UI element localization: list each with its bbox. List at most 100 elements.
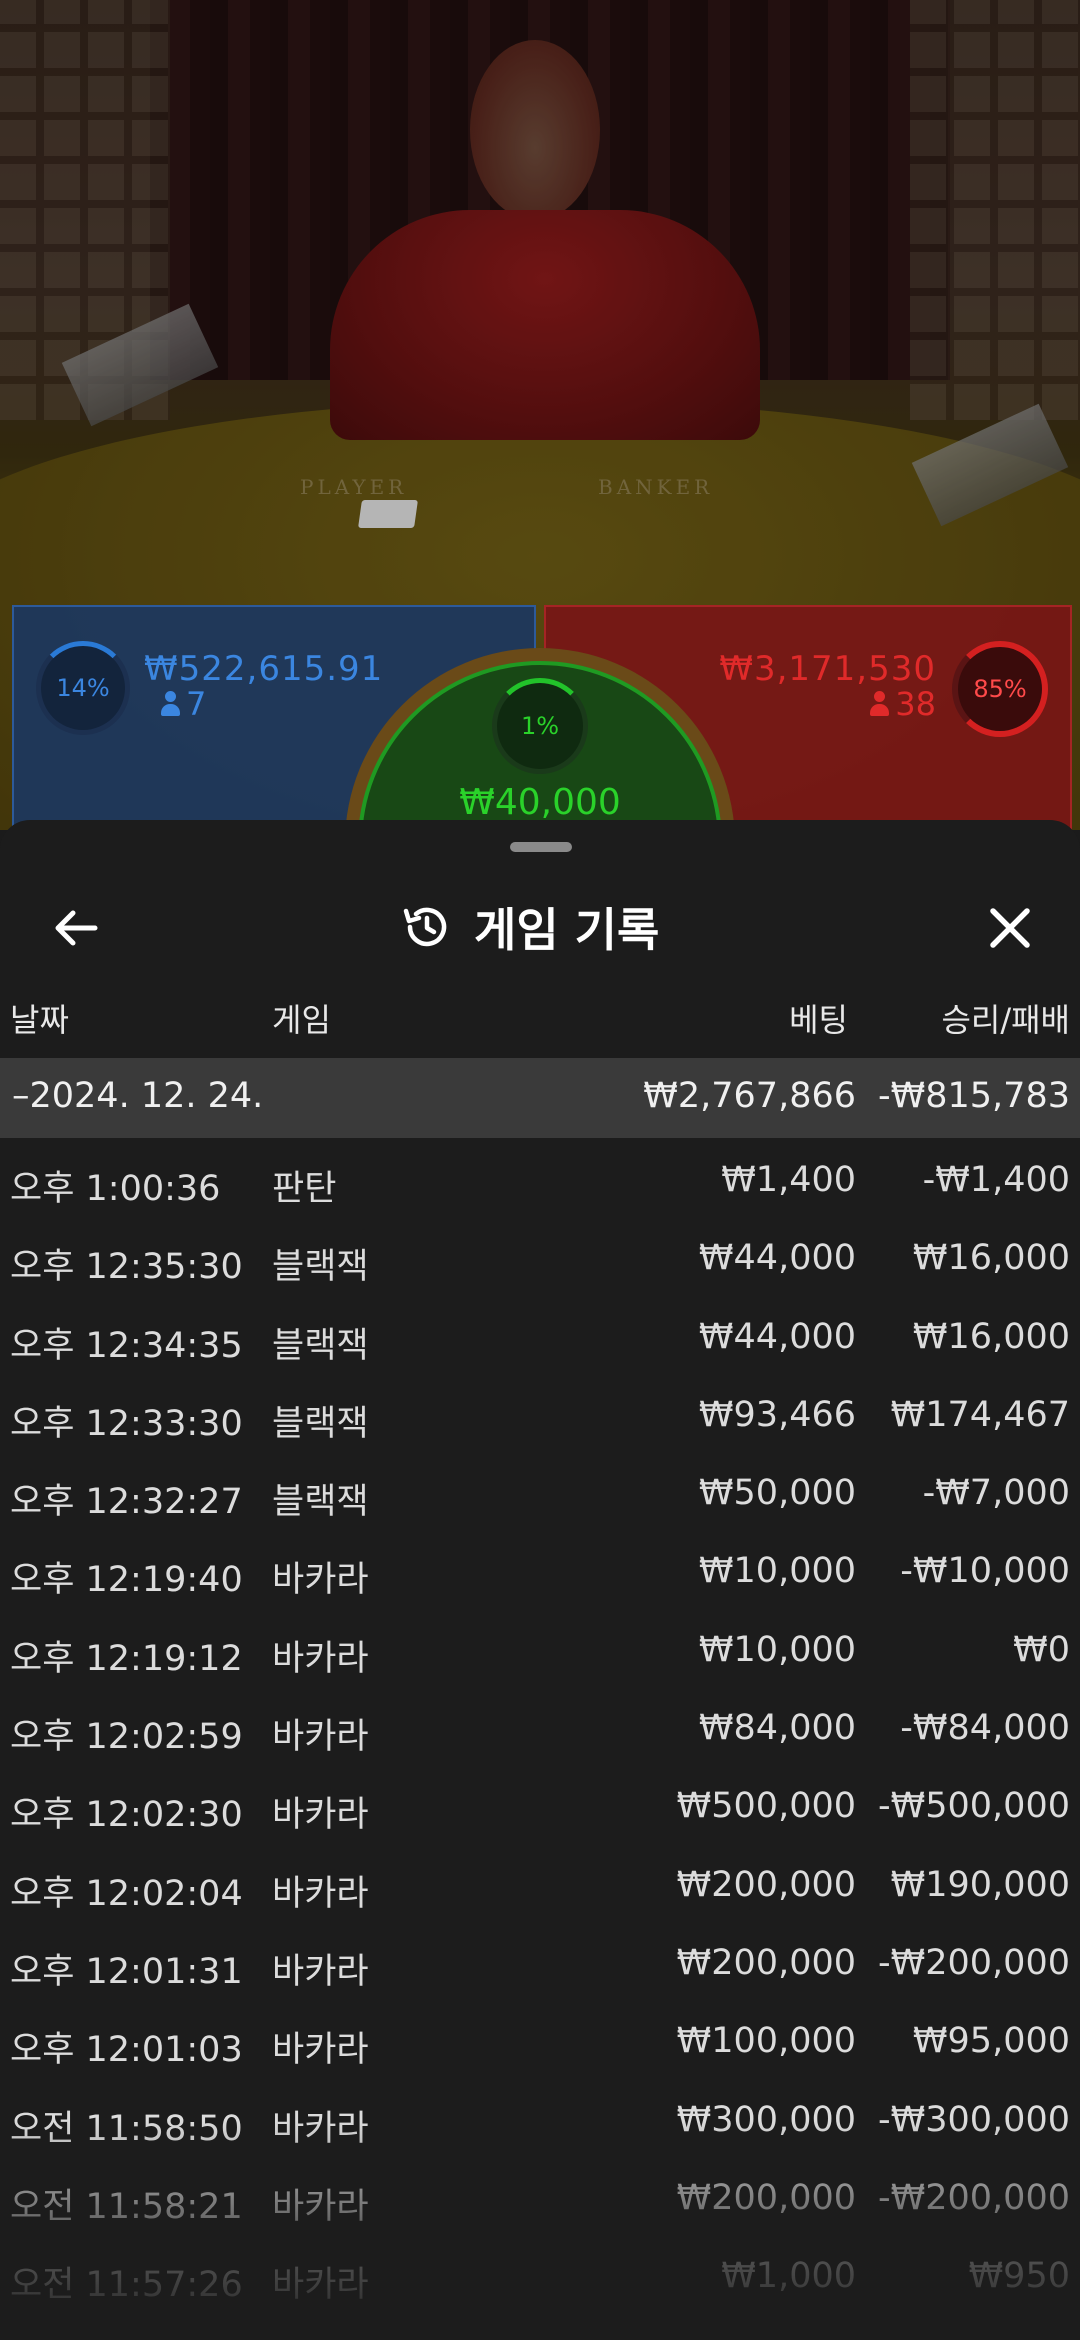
player-count-value: 7 [186, 685, 207, 723]
row-game: 바카라 [272, 1873, 369, 1914]
row-result: ₩190,000 [890, 1864, 1070, 1905]
table-row[interactable]: 오후 12:02:59 바카라 ₩84,000 -₩84,000 [0, 1688, 1080, 1766]
row-time: 오후 12:19:40 [10, 1560, 243, 1601]
row-game: 블랙잭 [272, 1325, 369, 1366]
person-icon [160, 691, 180, 717]
row-time: 오후 12:01:03 [10, 2030, 243, 2071]
column-game: 게임 [272, 1001, 331, 1039]
table-header: 날짜 게임 베팅 승리/패배 [0, 995, 1080, 1045]
date-group-row[interactable]: –2024. 12. 24. ₩2,767,866 -₩815,783 [0, 1058, 1080, 1138]
sheet-title-group: 게임 기록 [400, 894, 659, 960]
person-icon [869, 691, 890, 717]
row-result: -₩200,000 [878, 1942, 1070, 1983]
row-game: 바카라 [272, 1951, 369, 1992]
row-result: ₩0 [1013, 1629, 1070, 1670]
close-button[interactable] [980, 898, 1040, 958]
arrow-left-icon [55, 910, 98, 946]
row-bet: ₩93,466 [698, 1394, 856, 1435]
row-game: 블랙잭 [272, 1482, 369, 1523]
table-row[interactable]: 오후 12:19:12 바카라 ₩10,000 ₩0 [0, 1610, 1080, 1688]
row-game: 바카라 [272, 1795, 369, 1836]
row-result: -₩500,000 [878, 1786, 1070, 1827]
tie-percent-ring: 1% [492, 678, 588, 774]
row-time: 오후 1:00:36 [10, 1169, 221, 1209]
row-game: 바카라 [272, 2265, 369, 2306]
table-row[interactable]: 오후 12:19:40 바카라 ₩10,000 -₩10,000 [0, 1531, 1080, 1609]
game-history-sheet: 게임 기록 날짜 게임 베팅 승리/패배 –2024. 12. 24. ₩2,7… [0, 820, 1080, 2340]
page-title: 게임 기록 [474, 903, 660, 957]
row-game: 바카라 [272, 2030, 369, 2071]
row-bet: ₩200,000 [676, 1942, 856, 1983]
column-result: 승리/패배 [941, 1001, 1070, 1039]
row-result: -₩300,000 [878, 2099, 1070, 2140]
row-bet: ₩1,000 [721, 2256, 856, 2297]
row-result: ₩950 [968, 2256, 1070, 2297]
row-bet: ₩200,000 [676, 1864, 856, 1905]
banker-count-value: 38 [895, 685, 936, 723]
banker-percent-ring: 85% [952, 641, 1048, 737]
row-time: 오후 12:32:27 [10, 1482, 243, 1523]
sheet-header: 게임 기록 [0, 880, 1080, 970]
row-time: 오후 12:02:04 [10, 1873, 243, 1914]
row-result: -₩1,400 [922, 1160, 1070, 1200]
group-bet-total: ₩2,767,866 [643, 1076, 856, 1116]
row-game: 블랙잭 [272, 1247, 369, 1288]
row-time: 오전 11:57:26 [10, 2265, 243, 2306]
row-time: 오후 12:02:59 [10, 1717, 243, 1758]
row-bet: ₩200,000 [676, 2177, 856, 2218]
group-date: –2024. 12. 24. [12, 1076, 264, 1116]
row-time: 오후 12:19:12 [10, 1638, 243, 1679]
table-row[interactable]: 오후 12:33:30 블랙잭 ₩93,466 ₩174,467 [0, 1375, 1080, 1453]
table-row[interactable]: 오전 11:58:21 바카라 ₩200,000 -₩200,000 [0, 2158, 1080, 2236]
row-bet: ₩50,000 [698, 1473, 856, 1514]
row-bet: ₩100,000 [676, 2021, 856, 2062]
banker-bettor-count: 38 [869, 685, 936, 723]
column-bet: 베팅 [789, 1001, 848, 1039]
row-result: ₩16,000 [912, 1238, 1070, 1279]
row-time: 오전 11:58:50 [10, 2108, 243, 2149]
table-row[interactable]: 오후 12:01:03 바카라 ₩100,000 ₩95,000 [0, 2001, 1080, 2079]
tie-bet-amount: ₩40,000 [459, 782, 621, 823]
tie-percent: 1% [520, 712, 560, 740]
row-game: 바카라 [272, 2186, 369, 2227]
player-bet-amount: ₩522,615.91 [144, 649, 384, 689]
row-time: 오후 12:02:30 [10, 1795, 243, 1836]
row-result: -₩84,000 [900, 1708, 1070, 1749]
sheet-drag-handle[interactable] [510, 842, 572, 852]
close-icon [990, 908, 1030, 948]
history-list: 오후 1:00:36 판탄 ₩1,400 -₩1,400 오후 12:35:30 블랙잭 ₩… [0, 1140, 1080, 2314]
table-row[interactable]: 오후 12:02:04 바카라 ₩200,000 ₩190,000 [0, 1845, 1080, 1923]
table-row[interactable]: 오후 12:02:30 바카라 ₩500,000 -₩500,000 [0, 1766, 1080, 1844]
row-game: 블랙잭 [272, 1403, 369, 1444]
row-result: ₩16,000 [912, 1316, 1070, 1357]
history-clock-icon [403, 907, 447, 947]
row-result: ₩174,467 [890, 1394, 1070, 1435]
row-bet: ₩1,400 [721, 1160, 856, 1200]
player-bettor-count: 7 [160, 685, 206, 723]
table-row[interactable]: 오후 12:32:27 블랙잭 ₩50,000 -₩7,000 [0, 1453, 1080, 1531]
player-percent-ring: 14% [36, 641, 130, 735]
player-percent: 14% [56, 674, 110, 702]
row-result: -₩200,000 [878, 2177, 1070, 2218]
table-row[interactable]: 오전 11:57:26 바카라 ₩1,000 ₩950 [0, 2236, 1080, 2314]
row-game: 판탄 [272, 1169, 337, 1209]
row-bet: ₩44,000 [698, 1238, 856, 1279]
row-bet: ₩84,000 [698, 1708, 856, 1749]
back-button[interactable] [46, 898, 106, 958]
row-time: 오후 12:33:30 [10, 1403, 243, 1444]
row-time: 오후 12:01:31 [10, 1951, 243, 1992]
table-row[interactable]: 오후 1:00:36 판탄 ₩1,400 -₩1,400 [0, 1140, 1080, 1218]
column-date: 날짜 [10, 1001, 69, 1039]
banker-percent: 85% [973, 675, 1027, 703]
banker-bet-amount: ₩3,171,530 [719, 649, 936, 689]
table-row[interactable]: 오후 12:34:35 블랙잭 ₩44,000 ₩16,000 [0, 1297, 1080, 1375]
row-time: 오후 12:35:30 [10, 1247, 243, 1288]
table-row[interactable]: 오전 11:58:50 바카라 ₩300,000 -₩300,000 [0, 2080, 1080, 2158]
table-row[interactable]: 오후 12:35:30 블랙잭 ₩44,000 ₩16,000 [0, 1218, 1080, 1296]
row-result: -₩7,000 [922, 1473, 1070, 1514]
table-row[interactable]: 오후 12:01:31 바카라 ₩200,000 -₩200,000 [0, 1923, 1080, 2001]
row-game: 바카라 [272, 1638, 369, 1679]
row-bet: ₩10,000 [698, 1629, 856, 1670]
row-time: 오전 11:58:21 [10, 2186, 243, 2227]
row-result: ₩95,000 [912, 2021, 1070, 2062]
